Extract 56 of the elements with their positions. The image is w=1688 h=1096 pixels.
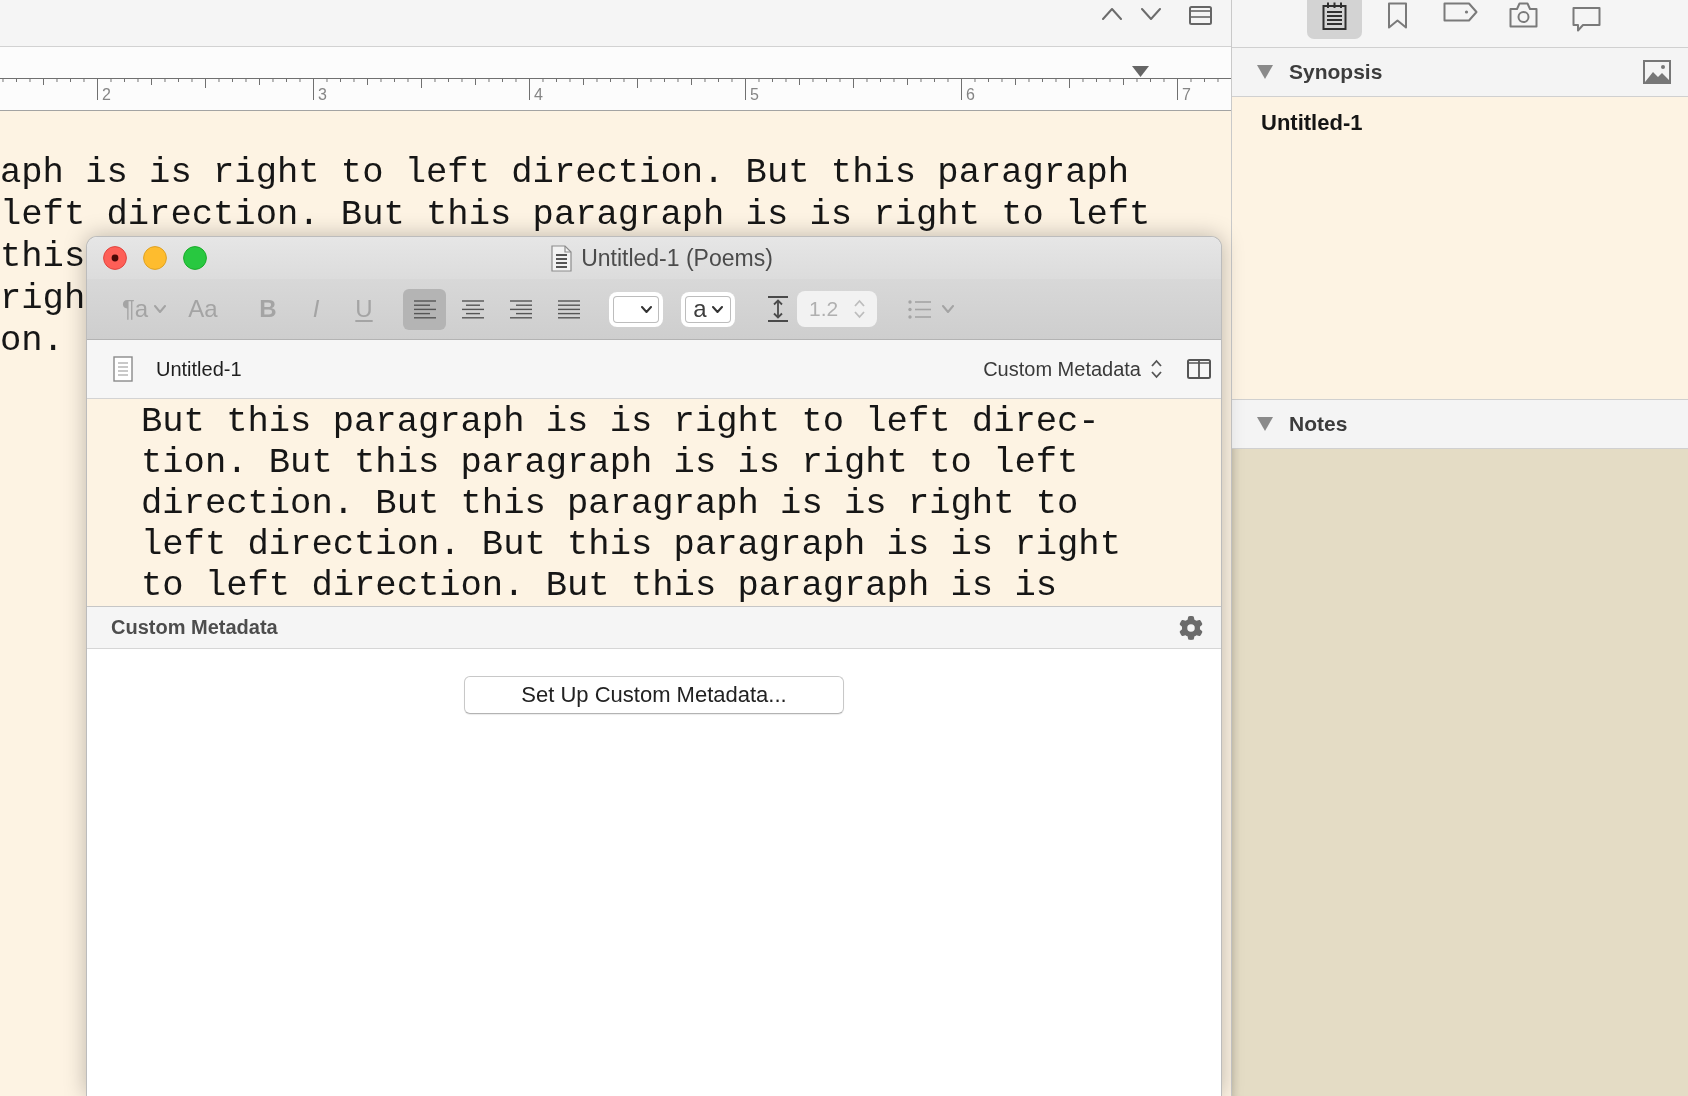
text-line: direction. But this paragraph is is right to xyxy=(141,483,1079,524)
tab-stop-icon[interactable] xyxy=(1132,66,1149,77)
text-line: on. xyxy=(0,320,64,362)
align-justify-icon xyxy=(556,299,581,319)
close-button[interactable] xyxy=(103,246,127,270)
ruler-number: 5 xyxy=(750,86,759,103)
section-title: Notes xyxy=(1289,412,1348,436)
line-spacing-icon xyxy=(767,296,789,322)
document-title: Untitled-1 xyxy=(156,357,242,381)
camera-icon xyxy=(1509,2,1538,28)
window-title: Untitled-1 (Poems) xyxy=(581,244,773,272)
align-left-button[interactable] xyxy=(403,288,446,330)
notes-field[interactable] xyxy=(1232,449,1688,1096)
dropdown-button[interactable]: a xyxy=(681,291,735,327)
zoom-button[interactable] xyxy=(183,246,207,270)
split-view-icon[interactable] xyxy=(1189,6,1212,25)
chevron-down-icon xyxy=(942,305,954,313)
align-left-icon xyxy=(412,299,437,319)
page-icon xyxy=(113,356,133,382)
image-icon[interactable] xyxy=(1643,60,1671,84)
text-line: left direction. But this paragraph is is right to left xyxy=(0,194,1151,236)
settings-icon[interactable] xyxy=(1179,615,1203,640)
ruler-number: 3 xyxy=(318,86,327,103)
bookmark-icon xyxy=(1387,2,1408,29)
text-line: left direction. But this paragraph is is right xyxy=(141,524,1121,565)
list-icon xyxy=(908,299,932,319)
chevron-down-icon xyxy=(641,305,652,313)
chevron-down-icon xyxy=(154,305,167,313)
ruler-number: 6 xyxy=(966,86,975,103)
synopsis-field[interactable]: Untitled-1 xyxy=(1232,97,1688,400)
disclosure-triangle-icon[interactable] xyxy=(1257,417,1273,431)
text-line: But this paragraph is is right to left direc- xyxy=(141,401,1100,442)
document-icon xyxy=(551,244,573,272)
inspector-tab[interactable] xyxy=(1307,0,1362,39)
chevron-up-icon xyxy=(1102,8,1122,20)
tag-icon xyxy=(1443,2,1478,22)
disclosure-triangle-icon[interactable] xyxy=(1257,65,1273,79)
align-right-icon xyxy=(508,299,533,319)
align-center-icon xyxy=(460,299,485,319)
section-title: Synopsis xyxy=(1289,60,1383,84)
ruler-number: 2 xyxy=(102,86,111,103)
text-line: aph is is right to left direction. But this paragraph xyxy=(0,152,1130,194)
chevron-down-icon xyxy=(1141,8,1161,20)
up-down-chevron-icon xyxy=(1151,359,1162,379)
text-line: righ xyxy=(0,278,86,320)
text-line: this xyxy=(0,236,86,278)
ruler-number: 7 xyxy=(1182,86,1191,103)
split-columns-icon[interactable] xyxy=(1187,359,1211,379)
text-line: to left direction. But this paragraph is is xyxy=(141,565,1058,606)
ruler-number: 4 xyxy=(534,86,543,103)
text-line: tion. But this paragraph is is right to left xyxy=(141,442,1079,483)
metadata-popup[interactable]: Custom Metadata xyxy=(983,357,1162,381)
chevron-down-icon xyxy=(711,305,723,313)
metadata-title: Custom Metadata xyxy=(111,616,278,639)
setup-metadata-button[interactable]: Set Up Custom Metadata... xyxy=(464,676,844,714)
notepad-icon xyxy=(1322,2,1347,30)
